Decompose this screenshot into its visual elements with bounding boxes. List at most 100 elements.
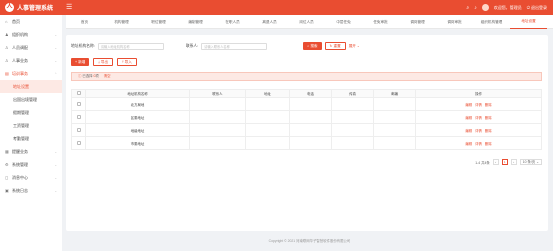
detail-link[interactable]: 详情 [475,128,482,133]
sidebar-item-home[interactable]: ⌂ 首页 [0,15,62,28]
edit-link[interactable]: 编辑 [465,102,472,107]
sidebar-item-org[interactable]: ♟ 组织机构 ⌄ [0,28,62,41]
row-select-cell[interactable] [71,97,86,111]
sidebar-item-label: 消息中心 [12,174,28,180]
user-name[interactable]: 欢迎您，管理员 [494,5,522,11]
search-icon[interactable]: ⌕ [466,5,469,11]
download-icon: ⤓ [98,60,100,64]
cell-fax [331,110,374,124]
export-button[interactable]: ⤓ 导出 [93,58,114,66]
next-page-button[interactable]: › [510,159,517,165]
search-button-label: 搜索 [310,43,318,48]
cell-operations: 编辑 详情 删除 [415,110,542,124]
delete-link[interactable]: 删除 [485,102,492,107]
selection-alert: ⓘ 已选择 0项 清空 [71,72,542,81]
row-select-cell[interactable] [71,136,86,150]
cell-fax [331,123,374,137]
import-button[interactable]: ⤒ 导入 [117,58,137,66]
row-checkbox[interactable] [76,140,81,145]
page-1-button[interactable]: 1 [501,159,508,165]
row-checkbox[interactable] [76,114,81,119]
col-address: 地址 [245,89,290,98]
row-checkbox[interactable] [76,127,81,132]
col-contact: 联系人 [189,89,246,98]
org-name-input[interactable]: 请输入地址机构名称 [97,42,164,50]
cell-operations: 编辑 详情 删除 [415,136,542,150]
menu-icon[interactable]: ☰ [66,4,72,11]
tab-item[interactable]: 首页 [66,15,103,29]
select-all-cell[interactable] [71,89,86,98]
tab-item[interactable]: 岗位人员 [288,15,325,29]
sidebar-item-message[interactable]: ◻ 消息中心 ⌄ [0,171,62,184]
edit-link[interactable]: 编辑 [465,141,472,146]
tab-item[interactable]: 调岗管理 [399,15,436,29]
delete-link[interactable]: 删除 [485,141,492,146]
expand-link[interactable]: 展开 ⌄ [349,44,360,49]
delete-link[interactable]: 删除 [485,115,492,120]
cell-address [245,123,290,137]
sidebar-subitem-attendance[interactable]: 考勤管理 [0,132,62,145]
cell-fax [331,97,374,111]
sidebar-item-label: 系统日志 [12,187,28,193]
chat-icon: ◻ [5,175,9,180]
tab-item[interactable]: 地址设置 [510,14,547,29]
tab-item[interactable]: 任免审批 [362,15,399,29]
table-row: 市委地址 编辑 详情 删除 [71,136,542,150]
logout-link[interactable]: ⏻ 退出登录 [527,5,547,11]
detail-link[interactable]: 详情 [475,141,482,146]
search-button[interactable]: ⌕ 搜索 [303,42,322,50]
sidebar-subitem-leave[interactable]: 假期管理 [0,106,62,119]
cell-zip [373,110,416,124]
avatar[interactable] [481,4,489,11]
cell-phone [289,97,332,111]
tab-item[interactable]: 离退人员 [251,15,288,29]
logo-badge: 人 [5,3,14,12]
sidebar-item-business[interactable]: ♙ 人事业务 ⌄ [0,54,62,67]
reset-button[interactable]: ↻ 重置 [324,42,346,50]
edit-link[interactable]: 编辑 [465,115,472,120]
prev-page-button[interactable]: ‹ [492,159,499,165]
page-size-select[interactable]: 10 条/页 ⌄ [519,159,542,165]
chevron-down-icon: ⌄ [536,160,539,164]
sidebar-item-training[interactable]: ▤ 培训事务 ⌃ [0,67,62,80]
sidebar-item-remind[interactable]: ▦ 提醒业务 ⌄ [0,145,62,158]
sidebar-subitem-abroad[interactable]: 出国出境管理 [0,93,62,106]
clipboard-icon: ▦ [5,149,9,154]
tab-item[interactable]: 在职人员 [214,15,251,29]
cell-fax [331,136,374,150]
add-button-label: 新增 [78,59,86,64]
detail-link[interactable]: 详情 [475,115,482,120]
cell-address [245,136,290,150]
sidebar-item-label: 人事业务 [12,57,28,63]
tab-item[interactable]: 调岗审批 [436,15,473,29]
sidebar-item-transfer[interactable]: ♙ 人员调配 ⌄ [0,41,62,54]
detail-link[interactable]: 详情 [475,102,482,107]
cell-org-name: 地级地址 [85,123,190,137]
contact-input[interactable]: 请输入联系人名称 [201,42,268,50]
sidebar-item-label: 人员调配 [12,44,28,50]
sidebar-item-system[interactable]: ⚙ 系统管理 ⌄ [0,158,62,171]
tab-item[interactable]: 编制管理 [177,15,214,29]
bell-icon[interactable]: ♪ [474,5,477,11]
page-size-label: 10 条/页 [522,160,536,164]
tab-item[interactable]: 机构管理 [103,15,140,29]
sidebar-subitem-salary[interactable]: 工资管理 [0,119,62,132]
tab-item[interactable]: 职位管理 [140,15,177,29]
table-row: 北方局地 编辑 详情 删除 [71,97,542,111]
footer-copyright: Copyright © 2021 河南联网华子智慧软件股份有限公司 [268,239,351,243]
edit-link[interactable]: 编辑 [465,128,472,133]
clear-selection-link[interactable]: 清空 [104,74,111,78]
delete-link[interactable]: 删除 [485,128,492,133]
select-all-checkbox[interactable] [76,91,81,95]
tab-item[interactable]: 中层任免 [325,15,362,29]
search-form: 地址机构名称: 请输入地址机构名称 联系人: 请输入联系人名称 ⌕ 搜索 ↻ 重置 … [71,42,360,50]
sidebar-subitem-address[interactable]: 地址设置 [0,80,62,93]
sidebar-item-log[interactable]: ▣ 系统日志 ⌄ [0,184,62,197]
row-select-cell[interactable] [71,110,86,124]
tab-item[interactable]: 组织机构管理 [473,15,510,29]
row-select-cell[interactable] [71,123,86,137]
add-button[interactable]: + 新增 [71,58,90,66]
sidebar-item-label: 首页 [12,18,20,24]
col-operations: 操作 [415,89,542,98]
row-checkbox[interactable] [76,101,81,106]
